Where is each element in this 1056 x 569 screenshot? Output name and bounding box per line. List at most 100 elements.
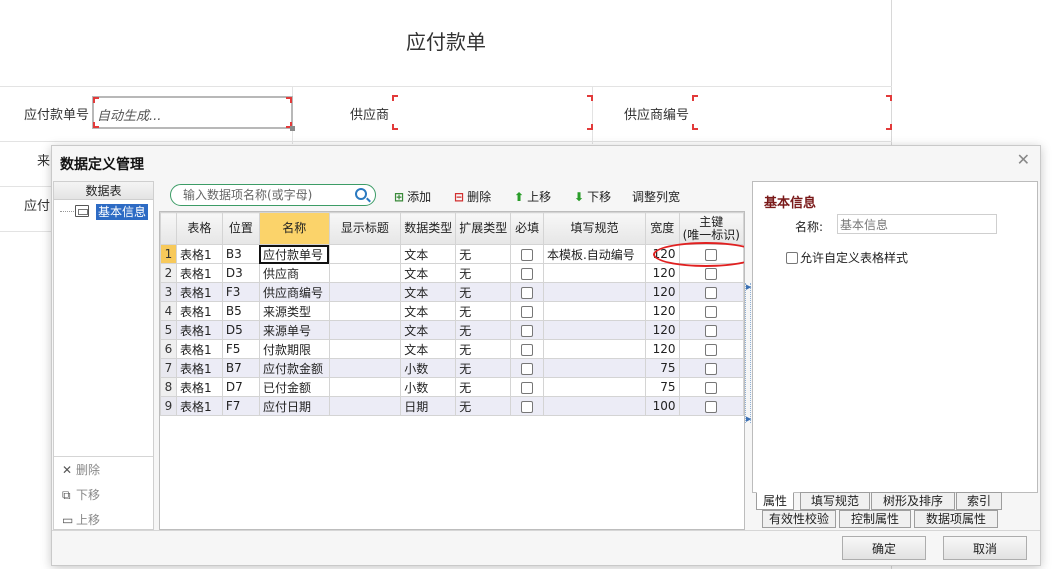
- column-header-display-title[interactable]: 显示标题: [328, 212, 402, 245]
- column-header-table[interactable]: 表格: [175, 212, 223, 245]
- form-field-payable-no[interactable]: 自动生成...: [92, 96, 295, 131]
- cell-position[interactable]: B5: [221, 301, 260, 321]
- cell-display-title[interactable]: [328, 301, 402, 321]
- cell-display-title[interactable]: [328, 396, 402, 416]
- cell-fill-rule[interactable]: [542, 320, 646, 340]
- table-row[interactable]: 1 表格1 B3 应付款单号 文本无 本模板.自动编号 120: [160, 244, 744, 264]
- cell-position[interactable]: F7: [221, 396, 260, 416]
- cell-data-type[interactable]: 日期: [400, 396, 457, 416]
- checkbox-icon[interactable]: [705, 400, 718, 413]
- cell-display-title[interactable]: [328, 358, 402, 378]
- form-field-supplier-no[interactable]: [692, 95, 892, 130]
- cell-position[interactable]: B3: [221, 244, 260, 264]
- cell-required-checkbox[interactable]: [510, 282, 544, 302]
- cell-fill-rule[interactable]: 本模板.自动编号: [542, 244, 646, 264]
- resize-handle[interactable]: [290, 126, 295, 131]
- cell-fill-rule[interactable]: [542, 301, 646, 321]
- checkbox-icon[interactable]: [705, 343, 718, 356]
- cell-required-checkbox[interactable]: [510, 301, 544, 321]
- add-button[interactable]: ⊞ 添加: [394, 188, 431, 205]
- cell-ext-type[interactable]: 无: [455, 263, 512, 283]
- table-row[interactable]: 7 表格1 B7 应付款金额 小数无 75: [160, 358, 744, 378]
- left-move-up-button[interactable]: ▭ 上移: [62, 511, 100, 528]
- cell-ext-type[interactable]: 无: [455, 339, 512, 359]
- cell-position[interactable]: D5: [221, 320, 260, 340]
- checkbox-icon[interactable]: [705, 362, 718, 375]
- cell-name[interactable]: 应付款金额: [258, 358, 330, 378]
- table-row[interactable]: 2 表格1 D3 供应商 文本无 120: [160, 263, 744, 283]
- left-delete-button[interactable]: ✕ 删除: [62, 461, 100, 478]
- move-down-button[interactable]: ⬇ 下移: [574, 188, 611, 205]
- cell-primary-key-checkbox[interactable]: [678, 320, 744, 340]
- cell-display-title[interactable]: [328, 244, 402, 264]
- table-row[interactable]: 3 表格1 F3 供应商编号 文本无 120: [160, 282, 744, 302]
- checkbox-icon[interactable]: [521, 362, 534, 375]
- cell-ext-type[interactable]: 无: [455, 358, 512, 378]
- cell-primary-key-checkbox[interactable]: [678, 244, 744, 264]
- table-row[interactable]: 6 表格1 F5 付款期限 文本无 120: [160, 339, 744, 359]
- cell-ext-type[interactable]: 无: [455, 396, 512, 416]
- cell-table[interactable]: 表格1: [175, 244, 223, 264]
- cell-required-checkbox[interactable]: [510, 244, 544, 264]
- cell-position[interactable]: F3: [221, 282, 260, 302]
- tab-control-properties[interactable]: 控制属性: [839, 510, 911, 528]
- cell-fill-rule[interactable]: [542, 377, 646, 397]
- cell-name[interactable]: 供应商编号: [258, 282, 330, 302]
- cell-name[interactable]: 供应商: [258, 263, 330, 283]
- search-icon[interactable]: [355, 188, 367, 200]
- cell-display-title[interactable]: [328, 282, 402, 302]
- checkbox-icon[interactable]: [705, 248, 718, 261]
- checkbox-icon[interactable]: [521, 400, 534, 413]
- cell-primary-key-checkbox[interactable]: [678, 339, 744, 359]
- table-row[interactable]: 8 表格1 D7 已付金额 小数无 75: [160, 377, 744, 397]
- cell-width[interactable]: 120: [644, 339, 680, 359]
- cell-ext-type[interactable]: 无: [455, 320, 512, 340]
- cell-primary-key-checkbox[interactable]: [678, 282, 744, 302]
- cell-name[interactable]: 来源类型: [258, 301, 330, 321]
- tab-tree-sort[interactable]: 树形及排序: [871, 492, 955, 510]
- cell-required-checkbox[interactable]: [510, 320, 544, 340]
- cell-width[interactable]: 120: [644, 263, 680, 283]
- checkbox-icon[interactable]: [705, 381, 718, 394]
- tab-properties[interactable]: 属性: [756, 492, 794, 510]
- checkbox-icon[interactable]: [705, 324, 718, 337]
- name-input[interactable]: [837, 214, 997, 234]
- cell-fill-rule[interactable]: [542, 263, 646, 283]
- cell-position[interactable]: B7: [221, 358, 260, 378]
- cell-table[interactable]: 表格1: [175, 301, 223, 321]
- checkbox-icon[interactable]: [521, 324, 534, 337]
- cell-width[interactable]: 100: [644, 396, 680, 416]
- cell-width[interactable]: 120: [644, 244, 680, 264]
- cell-width[interactable]: 120: [644, 320, 680, 340]
- tab-validation[interactable]: 有效性校验: [762, 510, 836, 528]
- cell-required-checkbox[interactable]: [510, 263, 544, 283]
- cell-width[interactable]: 75: [644, 377, 680, 397]
- column-header-position[interactable]: 位置: [221, 212, 260, 245]
- panel-splitter[interactable]: ▶ ▶: [745, 283, 751, 423]
- cancel-button[interactable]: 取消: [943, 536, 1027, 560]
- tab-index[interactable]: 索引: [956, 492, 1002, 510]
- cell-data-type[interactable]: 文本: [400, 301, 457, 321]
- cell-data-type[interactable]: 文本: [400, 320, 457, 340]
- cell-data-type[interactable]: 小数: [400, 377, 457, 397]
- cell-fill-rule[interactable]: [542, 282, 646, 302]
- column-header-name[interactable]: 名称: [258, 212, 330, 245]
- cell-table[interactable]: 表格1: [175, 282, 223, 302]
- left-move-down-button[interactable]: ⧉ 下移: [62, 486, 100, 503]
- cell-name[interactable]: 应付款单号: [258, 244, 330, 264]
- form-field-supplier[interactable]: [392, 95, 593, 130]
- column-header-primary-key[interactable]: 主键 (唯一标识): [678, 212, 744, 245]
- cell-fill-rule[interactable]: [542, 358, 646, 378]
- cell-ext-type[interactable]: 无: [455, 244, 512, 264]
- cell-data-type[interactable]: 文本: [400, 339, 457, 359]
- move-up-button[interactable]: ⬆ 上移: [514, 188, 551, 205]
- cell-primary-key-checkbox[interactable]: [678, 377, 744, 397]
- cell-display-title[interactable]: [328, 377, 402, 397]
- cell-required-checkbox[interactable]: [510, 377, 544, 397]
- search-input[interactable]: [181, 187, 349, 203]
- cell-display-title[interactable]: [328, 320, 402, 340]
- cell-required-checkbox[interactable]: [510, 339, 544, 359]
- table-row[interactable]: 5 表格1 D5 来源单号 文本无 120: [160, 320, 744, 340]
- cell-data-type[interactable]: 文本: [400, 244, 457, 264]
- column-header-ext-type[interactable]: 扩展类型: [455, 212, 512, 245]
